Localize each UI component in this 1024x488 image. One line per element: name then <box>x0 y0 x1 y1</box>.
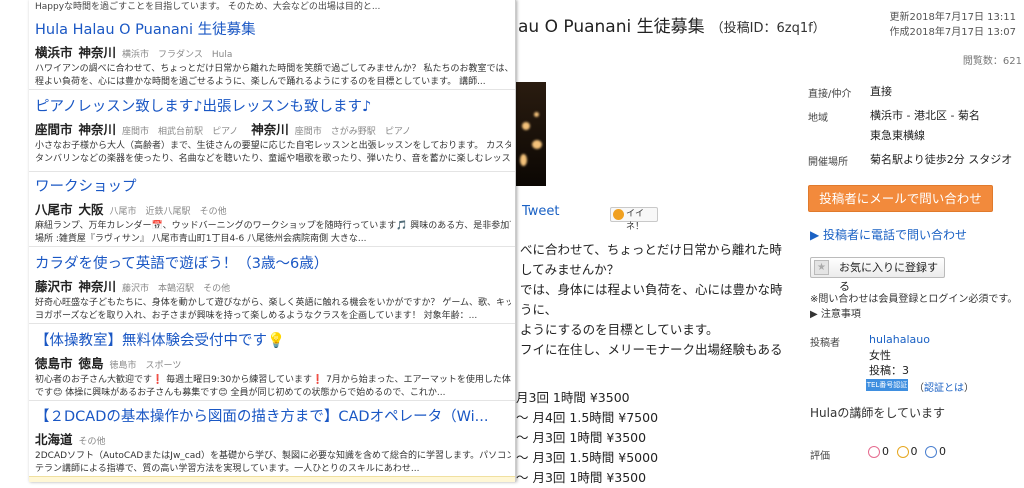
poster-intro: Hulaの講師をしています <box>810 406 945 420</box>
info-label: 直接/仲介 <box>808 89 852 100</box>
price-line: 〜 月3回 1時間 ¥3500 <box>516 430 647 445</box>
result-description: ハワイアンの調べに合わせて、ちょっとだけ日常から離れた時間を笑顔で過ごしてみませ… <box>35 64 511 87</box>
search-results-panel: Happyな時間を過ごすことを目指しています。 そのため、大会などの出場は目的と… <box>29 0 516 482</box>
price-line: 〜 月4回 1.5時間 ¥7500 <box>516 410 659 425</box>
body-line: してみませんか？ <box>520 262 620 277</box>
iine-button[interactable]: イイネ！ <box>610 207 658 232</box>
result-location: 横浜市 神奈川 横浜市 フラダンス Hula <box>35 45 233 60</box>
created-date: 作成2018年7月17日 13:07 <box>889 27 1016 38</box>
body-line: では、身体には程よい負荷を、心には豊かな時 <box>520 282 783 297</box>
body-line: フイに在住し、メリーモナーク出場経験もある <box>520 342 783 357</box>
sad-face-icon <box>925 446 937 458</box>
caution-link[interactable]: ▶ 注意事項 <box>810 307 1017 322</box>
neutral-face-icon <box>896 446 909 458</box>
result-item[interactable]: カラダを使って英語で遊ぼう！（3歳〜6歳） 藤沢市 神奈川 藤沢市 本鵠沼駅 その他 好… <box>29 252 515 324</box>
info-label: 開催場所 <box>808 157 848 168</box>
updated-date: 更新2018年7月17日 13:11 <box>889 12 1016 23</box>
info-value-line: 東急東横線 <box>870 129 925 142</box>
result-title-link[interactable]: 【体操教室】無料体験会受付中です💡 <box>35 329 285 350</box>
result-description: 好奇心旺盛な子どもたちに、身体を動かして遊びながら、楽しく英語に触れる機会をいか… <box>35 298 511 321</box>
tel-verified-badge: TEL番号認証 <box>866 379 908 391</box>
price-list: 月3回 1時間 ¥3500 〜 月4回 1.5時間 ¥7500 〜 月3回 1時… <box>516 388 658 488</box>
result-description: 2DCADソフト（AutoCADまたはJw_cad）を基礎から学び、製図に必要な… <box>35 451 511 474</box>
rating-bad: 0 <box>939 445 946 458</box>
result-item[interactable]: 【体操教室】無料体験会受付中です💡 徳島市 徳島 徳島市 スポーツ 初心者のお子さん大… <box>29 329 515 401</box>
price-line: 〜 月3回 1時間 ¥3500 <box>516 470 647 485</box>
result-item[interactable]: 【２DCADの基本操作から図面の描き方まで】CADオペレータ（Wi... 北海道… <box>29 405 515 477</box>
result-description: 小さなお子様から大人（高齢者）まで、生徒さんの要望に応じた自宅レッスンと出張レッ… <box>35 141 511 164</box>
rating-good: 0 <box>882 445 889 458</box>
listing-body: べに合わせて、ちょっとだけ日常から離れた時 してみませんか？ では、身体には程よ… <box>520 240 783 360</box>
price-line: 月3回 1時間 ¥3500 <box>516 390 630 405</box>
view-count: 閲覧数：621 <box>962 56 1022 67</box>
info-value: 菊名駅より徒歩2分 スタジオ <box>870 153 1013 166</box>
info-value: 横浜市 - 港北区 - 菊名 <box>870 109 980 122</box>
result-item[interactable]: ピアノレッスン致します♪出張レッスンも致します♪ 座間市 神奈川 座間市 相武台前駅ピ… <box>29 95 515 172</box>
result-item[interactable]: Hula Halau O Puanani 生徒募集 横浜市 神奈川 横浜市 フラダンス… <box>29 18 515 90</box>
result-title-link[interactable]: ワークショップ <box>35 175 137 196</box>
highlight-bar <box>29 476 515 482</box>
phone-inquiry-link[interactable]: ▶ 投稿者に電話で問い合わせ <box>810 226 967 243</box>
result-location: 八尾市 大阪 八尾市 近鉄八尾駅 その他 <box>35 202 227 217</box>
result-description: 麻紐ランプ、万年カレンダー📅、ウッドバーニングのワークショップを随時行っています… <box>35 221 511 244</box>
result-location: 藤沢市 神奈川 藤沢市 本鵠沼駅 その他 <box>35 279 231 294</box>
rating-label: 評価 <box>810 451 830 462</box>
mail-inquiry-button[interactable]: 投稿者にメールで問い合わせ <box>808 185 993 212</box>
listing-dates: 更新2018年7月17日 13:11 作成2018年7月17日 13:07 <box>889 10 1016 40</box>
verify-info: （認証とは） <box>914 383 974 394</box>
tweet-button[interactable]: Tweet <box>522 204 560 219</box>
result-description: 初心者のお子さん大歓迎です❗ 毎週土曜日9:30から練習しています❗ 7月から始… <box>35 375 511 398</box>
iine-icon <box>613 209 624 220</box>
rating-faces: 0 0 0 <box>868 445 946 458</box>
poster-post-count: 投稿：3 <box>869 364 909 377</box>
verify-link[interactable]: 認証とは <box>924 383 964 394</box>
body-line: ようにするのを目標としています。 <box>520 322 719 337</box>
add-favorite-button[interactable]: ★ お気に入りに登録する <box>810 257 945 293</box>
previous-item-snippet: Happyな時間を過ごすことを目指しています。 そのため、大会などの出場は目的と… <box>35 2 381 12</box>
info-label: 地域 <box>808 113 828 124</box>
result-title-link[interactable]: ピアノレッスン致します♪出張レッスンも致します♪ <box>35 95 371 116</box>
rating-neutral: 0 <box>910 445 918 458</box>
result-title-link[interactable]: カラダを使って英語で遊ぼう！（3歳〜6歳） <box>35 252 328 273</box>
inquiry-note: ※問い合わせは会員登録とログイン必須です。 ▶ 注意事項 <box>810 294 1018 322</box>
result-location: 北海道 その他 <box>35 432 106 447</box>
result-item[interactable]: ワークショップ 八尾市 大阪 八尾市 近鉄八尾駅 その他 麻紐ランプ、万年カレンダー📅、… <box>29 175 515 247</box>
listing-photo[interactable] <box>516 82 546 186</box>
body-line: べに合わせて、ちょっとだけ日常から離れた時 <box>520 242 782 257</box>
poster-name-link[interactable]: hulahalauo <box>869 333 930 346</box>
poster-gender: 女性 <box>869 349 891 362</box>
happy-face-icon <box>868 446 880 458</box>
listing-title: au O Puanani 生徒募集 （投稿ID：6zq1f） <box>518 17 826 37</box>
post-id: （投稿ID：6zq1f） <box>710 21 826 36</box>
poster-profile: 女性 投稿：3 <box>869 348 909 378</box>
result-location: 徳島市 徳島 徳島市 スポーツ <box>35 356 182 371</box>
info-value: 直接 <box>870 85 892 98</box>
poster-label: 投稿者 <box>810 338 840 349</box>
result-title-link[interactable]: 【２DCADの基本操作から図面の描き方まで】CADオペレータ（Wi... <box>35 405 488 426</box>
result-location: 座間市 神奈川 座間市 相武台前駅 ピアノ 神奈川 座間市 さがみ野駅 ピアノ <box>35 122 412 137</box>
result-title-link[interactable]: Hula Halau O Puanani 生徒募集 <box>35 18 256 39</box>
price-line: 〜 月3回 1.5時間 ¥5000 <box>516 450 659 465</box>
body-line: うに、 <box>520 302 558 317</box>
star-icon: ★ <box>814 260 829 275</box>
